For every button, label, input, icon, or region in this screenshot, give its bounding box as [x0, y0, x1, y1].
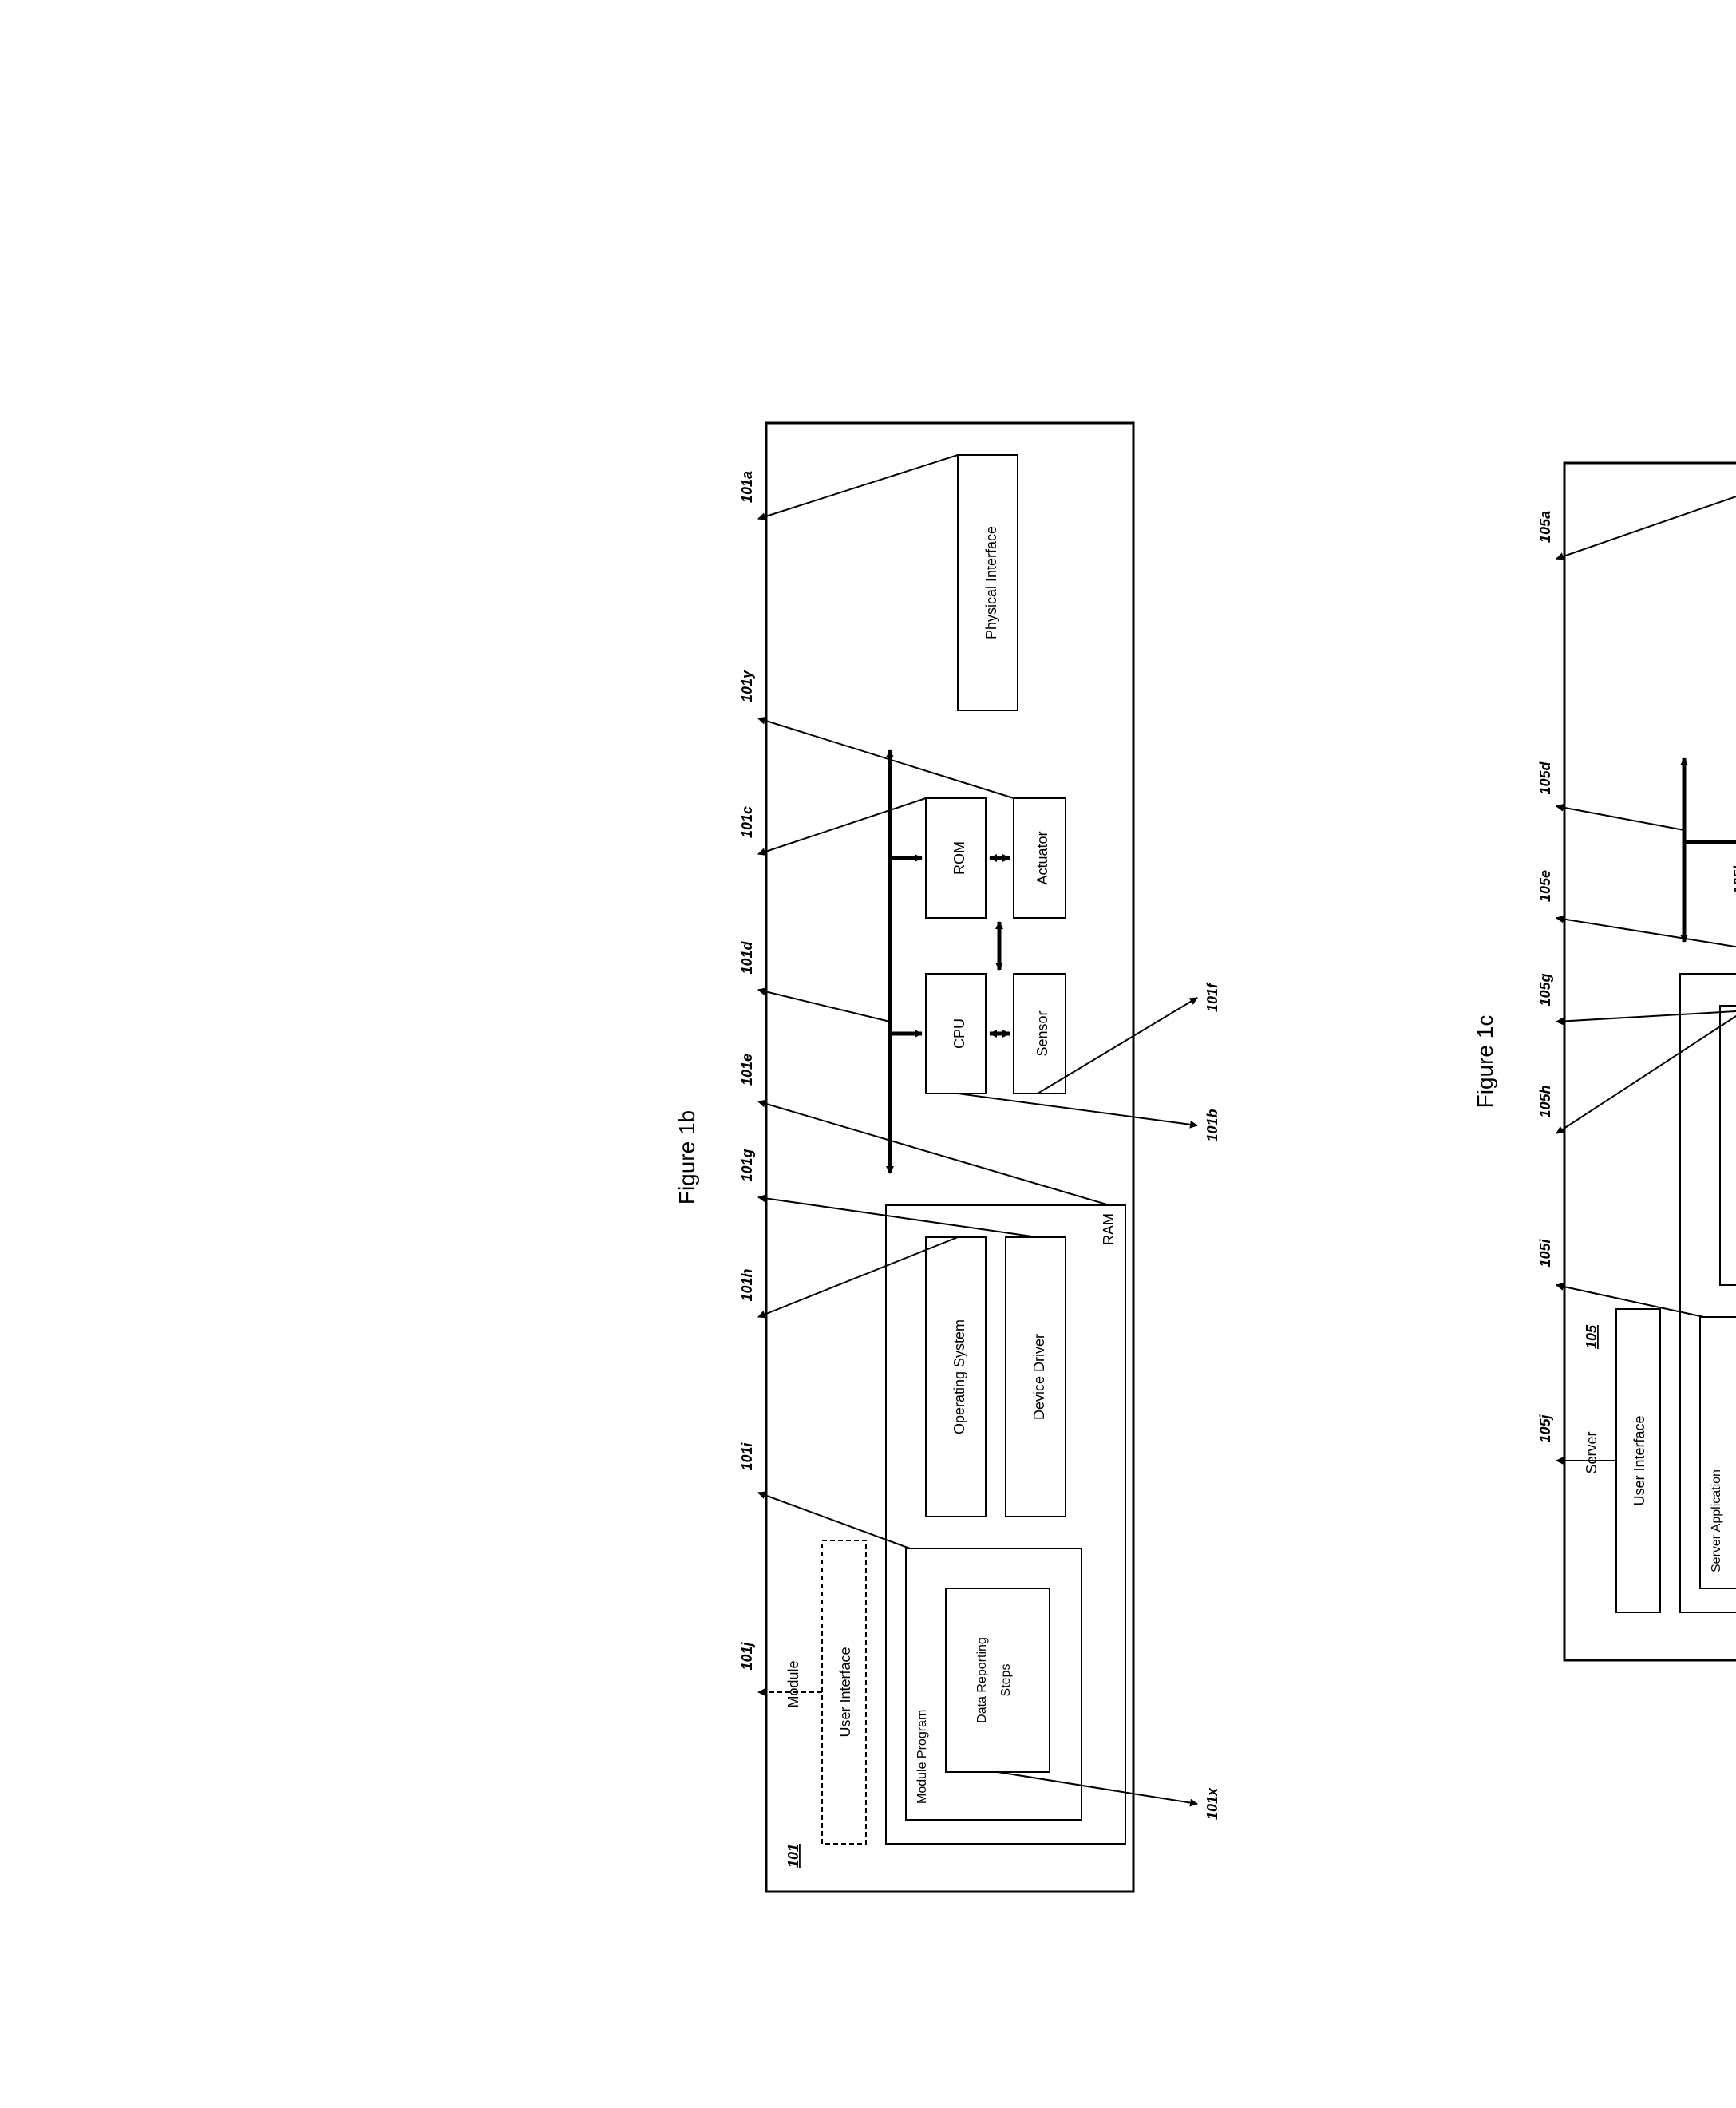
module-program-label: Module Program	[915, 1710, 929, 1804]
server-box: Server 105 User Interface RAM Server App…	[1564, 463, 1736, 1660]
data-steps-line1: Data Reporting	[975, 1637, 989, 1723]
ref-105h: 105h	[1537, 1085, 1553, 1117]
ui-label-c: User Interface	[1631, 1415, 1647, 1505]
os-label: Operating System	[951, 1319, 967, 1434]
ref-105b: 105b	[1731, 861, 1736, 894]
figure-1b-caption: Figure 1b	[674, 1110, 699, 1204]
ref-101j: 101j	[739, 1641, 755, 1670]
ref-101e: 101e	[739, 1054, 755, 1086]
ref-105g: 105g	[1537, 973, 1553, 1006]
module-id: 101	[785, 1844, 801, 1868]
data-steps-line2: Steps	[999, 1664, 1013, 1697]
ref-101x: 101x	[1204, 1787, 1220, 1820]
ref-105e: 105e	[1537, 870, 1553, 902]
ram-label: RAM	[1101, 1213, 1117, 1245]
ref-101f: 101f	[1204, 982, 1220, 1012]
ref-105d: 105d	[1537, 761, 1553, 794]
os-box-c	[1720, 1006, 1736, 1285]
rom-label: ROM	[951, 841, 967, 875]
phys-label: Physical Interface	[983, 526, 999, 639]
ref-101a: 101a	[739, 471, 755, 503]
figure-1b: Figure 1b 101 Module User Interface RAM …	[674, 423, 1220, 1892]
ref-105i: 105i	[1537, 1238, 1553, 1267]
actuator-label: Actuator	[1034, 831, 1050, 884]
figure-1c: Figure 1c Server 105 User Interface RAM …	[1473, 463, 1736, 1660]
server-id: 105	[1584, 1324, 1600, 1349]
ref-101d: 101d	[739, 940, 755, 974]
ref-101i: 101i	[739, 1442, 755, 1470]
ref-101g: 101g	[739, 1149, 755, 1181]
ref-105j: 105j	[1537, 1414, 1553, 1442]
server-title: Server	[1584, 1431, 1600, 1473]
sensor-label: Sensor	[1034, 1010, 1050, 1056]
cpu-label: CPU	[951, 1018, 967, 1049]
ref-101y: 101y	[739, 670, 755, 702]
ref-101h: 101h	[739, 1268, 755, 1301]
server-app-label: Server Application	[1710, 1469, 1723, 1572]
figure-1c-caption: Figure 1c	[1473, 1015, 1497, 1109]
ref-101b: 101b	[1204, 1109, 1220, 1141]
ram-container: RAM Module Program Data Reporting Steps …	[886, 1205, 1125, 1844]
module-title: Module	[785, 1660, 801, 1707]
ref-101c: 101c	[739, 806, 755, 838]
ref-105a: 105a	[1537, 511, 1553, 543]
ui-label: User Interface	[837, 1647, 853, 1737]
dd-label: Device Driver	[1031, 1334, 1047, 1420]
data-steps-box	[946, 1588, 1050, 1772]
